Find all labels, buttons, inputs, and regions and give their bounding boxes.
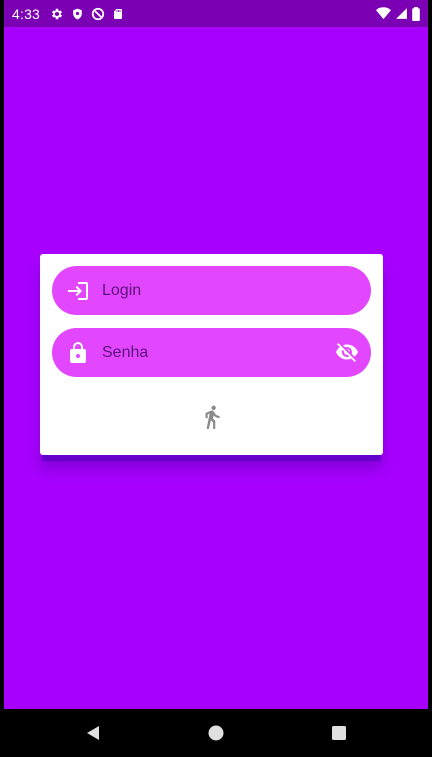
signal-icon <box>395 7 408 20</box>
shield-icon <box>71 7 84 21</box>
status-system-icons <box>376 6 420 21</box>
password-field[interactable]: Senha <box>52 328 371 377</box>
back-button[interactable] <box>83 723 103 743</box>
settings-icon <box>50 7 64 21</box>
recents-button[interactable] <box>329 723 349 743</box>
app-screen: 4:33 Login Senha <box>0 0 432 709</box>
lock-icon <box>66 341 90 365</box>
navigation-bar <box>0 709 432 757</box>
status-notification-icons <box>50 7 124 21</box>
login-card: Login Senha <box>40 254 383 455</box>
password-placeholder: Senha <box>102 343 149 361</box>
login-field[interactable]: Login <box>52 266 371 315</box>
login-placeholder: Login <box>102 281 142 299</box>
sd-card-icon <box>112 7 124 21</box>
wifi-icon <box>376 7 391 20</box>
home-button[interactable] <box>206 723 226 743</box>
battery-icon <box>412 6 420 21</box>
walk-icon[interactable] <box>199 400 225 439</box>
login-icon <box>66 279 90 303</box>
status-bar: 4:33 <box>4 0 428 27</box>
visibility-off-icon[interactable] <box>335 340 359 369</box>
at-sign-icon <box>91 7 105 21</box>
status-time: 4:33 <box>12 5 41 22</box>
